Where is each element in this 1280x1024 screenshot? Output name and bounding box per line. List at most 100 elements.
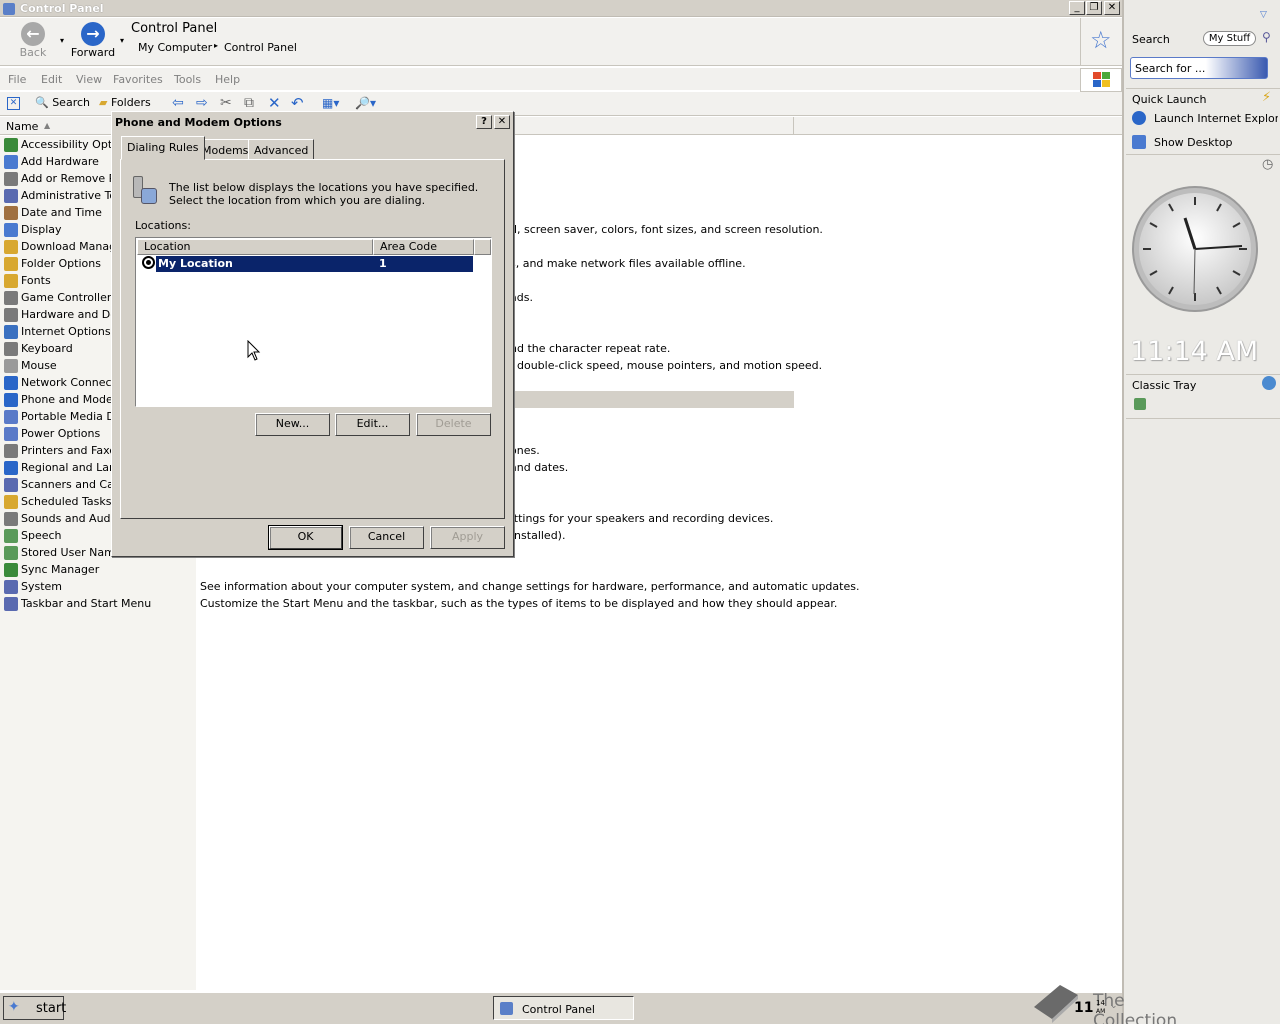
list-item[interactable]: Administrative Tools: [4, 187, 112, 204]
list-item[interactable]: Speech: [4, 527, 112, 544]
dialog-titlebar[interactable]: Phone and Modem Options ? ✕: [114, 114, 511, 132]
list-item[interactable]: Fonts: [4, 272, 112, 289]
menu-favorites[interactable]: Favorites: [113, 73, 163, 86]
menu-tools[interactable]: Tools: [174, 73, 201, 86]
menu-edit[interactable]: Edit: [41, 73, 62, 86]
taskbar-task-label: Control Panel: [522, 1003, 595, 1016]
list-item[interactable]: Power Options: [4, 425, 112, 442]
list-item[interactable]: Taskbar and Start Menu: [4, 595, 154, 612]
column-location[interactable]: Location: [137, 239, 373, 255]
location-row[interactable]: My Location 1: [156, 256, 473, 272]
copy-to-icon[interactable]: ⇨: [196, 95, 208, 111]
tab-modems[interactable]: Modems: [196, 139, 255, 160]
classic-tray-title: Classic Tray: [1132, 379, 1197, 392]
taskbar-control-panel[interactable]: Control Panel: [493, 996, 634, 1020]
folders-button[interactable]: ▰ Folders: [99, 96, 151, 109]
tray-app-icon[interactable]: [1134, 398, 1146, 410]
control-panel-item-icon: [4, 580, 18, 594]
list-item[interactable]: Internet Options: [4, 323, 112, 340]
sidebar-search-input[interactable]: Search for ...: [1130, 57, 1268, 79]
menu-help[interactable]: Help: [215, 73, 240, 86]
dialog-close-button[interactable]: ✕: [494, 115, 510, 129]
minimize-button[interactable]: _: [1069, 1, 1085, 15]
menu-view[interactable]: View: [76, 73, 102, 86]
list-item[interactable]: Network Connections: [4, 374, 112, 391]
back-label: Back: [19, 46, 47, 59]
column-area-code[interactable]: Area Code: [373, 239, 474, 255]
undo-icon[interactable]: ↶: [291, 94, 304, 112]
tab-advanced[interactable]: Advanced: [248, 139, 315, 160]
copy-icon[interactable]: ⧉: [244, 95, 254, 111]
apply-button[interactable]: Apply: [430, 526, 505, 549]
back-button[interactable]: ← Back: [10, 22, 56, 59]
list-item[interactable]: Scheduled Tasks: [4, 493, 112, 510]
list-item[interactable]: System: [4, 578, 112, 595]
list-item-label: Taskbar and Start Menu: [21, 597, 152, 610]
tab-dialing-rules[interactable]: Dialing Rules: [121, 136, 205, 160]
control-panel-item-icon: [4, 189, 18, 203]
delete-button[interactable]: Delete: [416, 413, 491, 436]
desc-display: d, screen saver, colors, font sizes, and…: [510, 223, 823, 236]
list-item[interactable]: Hardware and Devices: [4, 306, 112, 323]
list-item[interactable]: Keyboard: [4, 340, 112, 357]
breadcrumb-my-computer[interactable]: My Computer: [138, 41, 212, 54]
tray-settings-icon[interactable]: [1262, 376, 1276, 390]
start-button[interactable]: ✦ start: [3, 996, 66, 1020]
favorites-star-button[interactable]: ☆: [1080, 18, 1122, 66]
back-dropdown-icon[interactable]: ▾: [60, 36, 64, 45]
search-button[interactable]: 🔍 Search: [35, 96, 90, 109]
window-titlebar[interactable]: Control Panel _ ❐ ✕: [0, 0, 1122, 17]
restore-button[interactable]: ❐: [1086, 1, 1102, 15]
edit-button[interactable]: Edit...: [335, 413, 410, 436]
list-item[interactable]: Date and Time: [4, 204, 112, 221]
locations-listview[interactable]: Location Area Code My Location 1: [135, 237, 492, 407]
list-item[interactable]: Phone and Modem: [4, 391, 112, 408]
views-icon[interactable]: ▦▾: [322, 96, 339, 110]
list-item[interactable]: Scanners and Cameras: [4, 476, 112, 493]
list-item[interactable]: Sounds and Audio: [4, 510, 112, 527]
my-stuff-button[interactable]: My Stuff: [1203, 31, 1256, 46]
delete-icon[interactable]: ✕: [268, 94, 281, 112]
move-to-icon[interactable]: ⇦: [172, 95, 184, 111]
list-item[interactable]: Add or Remove Programs: [4, 170, 112, 187]
list-item[interactable]: Accessibility Options: [4, 136, 112, 153]
control-panel-item-icon: [4, 478, 18, 492]
new-button[interactable]: New...: [255, 413, 330, 436]
find-icon[interactable]: 🔎▾: [355, 96, 376, 110]
close-pane-icon[interactable]: ✕: [7, 97, 20, 110]
cancel-button[interactable]: Cancel: [349, 526, 424, 549]
control-panel-item-icon: [4, 512, 18, 526]
list-item[interactable]: Game Controllers: [4, 289, 112, 306]
ok-button[interactable]: OK: [268, 525, 343, 550]
list-item[interactable]: Regional and Language: [4, 459, 112, 476]
taskbar-clock-minute: 14: [1096, 999, 1105, 1007]
launch-ie-link[interactable]: Launch Internet Explorer: [1154, 112, 1278, 125]
lightning-icon[interactable]: ⚡: [1262, 90, 1271, 105]
list-item[interactable]: Stored User Names: [4, 544, 112, 561]
tray-expand-icon[interactable]: ⌄: [1110, 1001, 1118, 1011]
show-desktop-link[interactable]: Show Desktop: [1154, 136, 1233, 149]
help-button[interactable]: ?: [476, 115, 492, 129]
sidebar-menu-icon[interactable]: ▽: [1260, 10, 1267, 20]
list-item[interactable]: Download Manager: [4, 238, 112, 255]
list-item[interactable]: Portable Media Devices: [4, 408, 112, 425]
desc-sounds: ettings for your speakers and recording …: [507, 512, 774, 525]
list-item[interactable]: Mouse: [4, 357, 112, 374]
clock-settings-icon[interactable]: ◷: [1262, 157, 1273, 172]
close-button[interactable]: ✕: [1104, 1, 1120, 15]
cut-icon[interactable]: ✂: [220, 95, 232, 111]
list-item[interactable]: Folder Options: [4, 255, 112, 272]
menu-file[interactable]: File: [8, 73, 26, 86]
forward-button[interactable]: → Forward: [70, 22, 116, 59]
list-item[interactable]: Sync Manager: [4, 561, 112, 578]
watermark-text: The Collection Book: [1093, 991, 1178, 1024]
column-name[interactable]: Name: [6, 120, 38, 133]
list-item-label: Add or Remove Programs: [21, 172, 112, 185]
forward-dropdown-icon[interactable]: ▾: [120, 36, 124, 45]
breadcrumb-control-panel[interactable]: Control Panel: [224, 41, 297, 54]
list-item[interactable]: Display: [4, 221, 112, 238]
list-item[interactable]: Printers and Faxes: [4, 442, 112, 459]
list-item[interactable]: Add Hardware: [4, 153, 112, 170]
search-magnifier-icon[interactable]: ⚲: [1262, 30, 1271, 44]
desc-taskbar: Customize the Start Menu and the taskbar…: [200, 597, 838, 610]
